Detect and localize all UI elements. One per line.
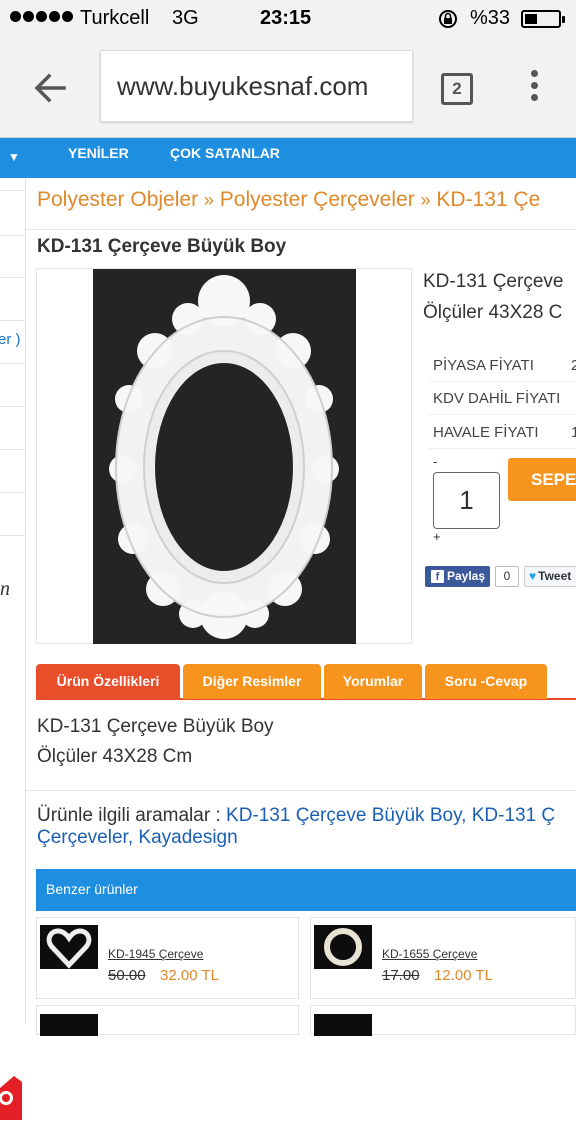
breadcrumb: Polyester Objeler » Polyester Çerçeveler…	[37, 188, 540, 212]
battery-icon	[521, 10, 565, 28]
clock: 23:15	[260, 7, 312, 29]
related-search-link[interactable]: Kayadesign	[138, 827, 237, 848]
divider	[428, 448, 576, 449]
product-thumbnail[interactable]	[40, 925, 98, 969]
ornate-frame-image	[109, 275, 339, 639]
caret-down-icon: ▼	[8, 150, 20, 164]
overflow-menu-icon[interactable]	[527, 70, 541, 106]
tab-product-features[interactable]: Ürün Özellikleri	[36, 664, 180, 699]
add-to-cart-button[interactable]: SEPE	[508, 458, 576, 501]
battery-percent: %33	[470, 7, 511, 29]
facebook-icon: f	[431, 570, 444, 583]
back-arrow-icon[interactable]	[30, 68, 70, 108]
product-card[interactable]	[310, 1005, 576, 1036]
quantity-increase-button[interactable]: +	[433, 529, 441, 544]
related-search-link[interactable]: Çerçeveler,	[37, 827, 133, 848]
product-card-price: 32.00 TL	[160, 967, 219, 984]
share-count: 0	[495, 566, 519, 587]
product-dimensions: Ölçüler 43X28 C	[423, 302, 563, 323]
price-value-market: 2	[571, 357, 576, 374]
similar-products-header: Benzer ürünler	[36, 869, 576, 911]
tab-questions[interactable]: Soru -Cevap	[425, 664, 547, 699]
share-label: Paylaş	[447, 569, 486, 583]
nav-item-new[interactable]: YENİLER	[68, 145, 129, 161]
product-card-old-price: 50.00	[108, 967, 146, 984]
related-search-link[interactable]: KD-131 Ç	[472, 805, 555, 826]
product-card-old-price: 17.00	[382, 967, 420, 984]
browser-toolbar: 2	[0, 38, 576, 138]
product-thumbnail[interactable]	[40, 1014, 98, 1036]
nav-item-bestsellers[interactable]: ÇOK SATANLAR	[170, 145, 280, 161]
carrier-name: Turkcell	[80, 7, 150, 29]
product-card-name[interactable]: KD-1945 Çerçeve	[108, 947, 203, 961]
product-image[interactable]	[36, 268, 412, 644]
divider	[428, 381, 576, 382]
product-card-name[interactable]: KD-1655 Çerçeve	[382, 947, 477, 961]
main-nav: YENİLER ÇOK SATANLAR	[26, 138, 576, 178]
product-card[interactable]: KD-1655 Çerçeve 17.00 12.00 TL	[310, 917, 576, 999]
facebook-share-button[interactable]: f Paylaş	[425, 566, 490, 587]
divider	[26, 229, 576, 230]
breadcrumb-item[interactable]: Polyester Objeler	[37, 188, 198, 211]
status-bar: Turkcell 3G 23:15 %33	[0, 0, 576, 38]
description-line: KD-131 Çerçeve Büyük Boy	[37, 716, 274, 737]
related-search-link[interactable]: KD-131 Çerçeve Büyük Boy,	[226, 805, 466, 826]
product-tabs: Ürün Özellikleri Diğer Resimler Yorumlar…	[36, 664, 576, 700]
breadcrumb-item[interactable]: KD-131 Çe	[436, 188, 540, 211]
round-frame-image	[324, 928, 362, 966]
address-bar[interactable]	[100, 50, 413, 122]
product-thumbnail[interactable]	[314, 1014, 372, 1036]
tab-other-images[interactable]: Diğer Resimler	[183, 664, 321, 699]
price-label-market: PİYASA FİYATI	[433, 357, 534, 374]
related-searches-label: Ürünle ilgili aramalar :	[37, 805, 221, 826]
product-name: KD-131 Çerçeve	[423, 271, 564, 292]
quantity-decrease-button[interactable]: -	[433, 454, 437, 469]
price-label-transfer: HAVALE FİYATI	[433, 424, 539, 441]
home-badge-icon[interactable]	[0, 1068, 22, 1128]
breadcrumb-item[interactable]: Polyester Çerçeveler	[220, 188, 415, 211]
related-searches: Ürünle ilgili aramalar : KD-131 Çerçeve …	[37, 805, 555, 849]
signal-strength-icon	[10, 11, 73, 22]
heart-frame-image	[46, 928, 92, 969]
price-label-vat: KDV DAHİL FİYATI	[433, 390, 561, 407]
page-title: KD-131 Çerçeve Büyük Boy	[37, 236, 287, 257]
quantity-input[interactable]	[433, 472, 500, 529]
network-type: 3G	[172, 7, 199, 29]
product-card-price: 12.00 TL	[434, 967, 493, 984]
divider	[26, 790, 576, 791]
sidebar-partial-glyph: n	[0, 578, 10, 600]
tweet-label: Tweet	[538, 569, 572, 583]
sidebar-toggle[interactable]: ▼	[0, 138, 26, 178]
divider	[428, 414, 576, 415]
breadcrumb-separator: »	[203, 190, 214, 210]
tab-switcher-button[interactable]: 2	[441, 73, 473, 105]
url-input[interactable]	[117, 71, 412, 102]
product-card[interactable]	[36, 1005, 299, 1036]
sidebar-partial-text[interactable]: er )	[0, 331, 21, 348]
tab-comments[interactable]: Yorumlar	[324, 664, 422, 699]
rotation-lock-icon	[439, 10, 457, 28]
tweet-button[interactable]: ♥ Tweet	[524, 566, 576, 587]
price-value-transfer: 1	[571, 424, 576, 441]
product-card[interactable]: KD-1945 Çerçeve 50.00 32.00 TL	[36, 917, 299, 999]
twitter-bird-icon: ♥	[529, 569, 537, 583]
category-sidebar: ▼ er ) n	[0, 138, 26, 1120]
breadcrumb-separator: »	[420, 190, 431, 210]
description-line: Ölçüler 43X28 Cm	[37, 746, 193, 767]
product-thumbnail[interactable]	[314, 925, 372, 969]
product-photo	[93, 269, 356, 644]
